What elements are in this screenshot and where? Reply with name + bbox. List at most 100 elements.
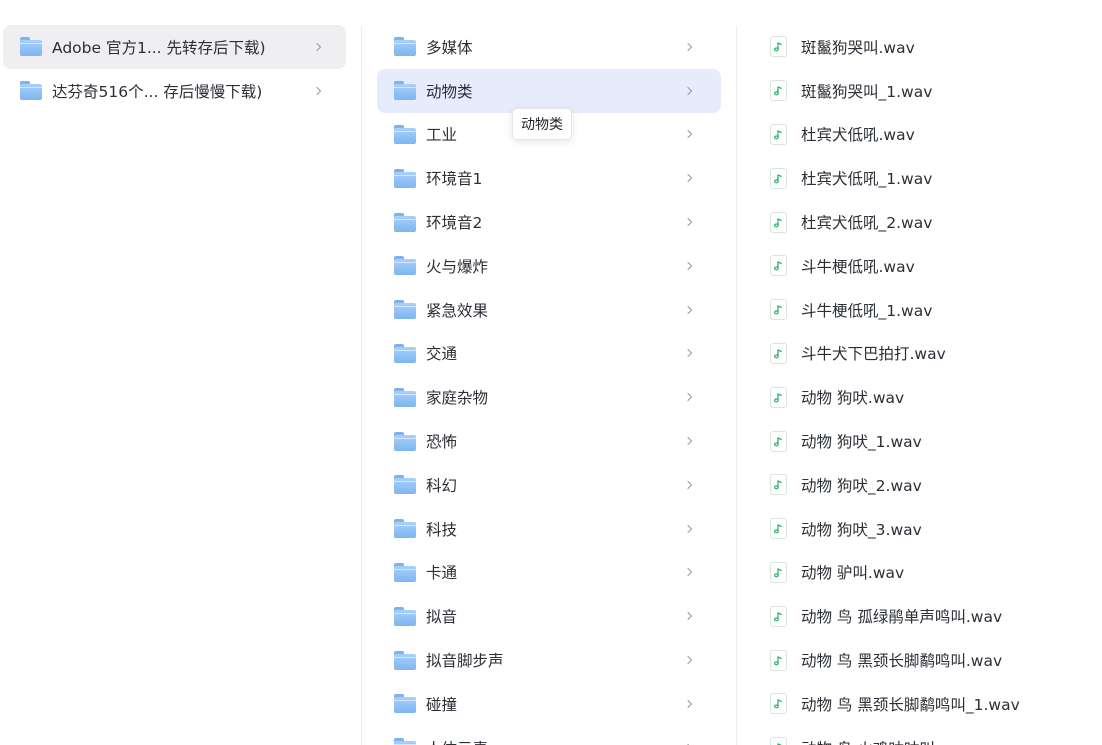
chevron-right-icon [687, 217, 693, 227]
file-row-4[interactable]: 杜宾犬低吼_2.wav [737, 200, 1102, 244]
folder-row-3[interactable]: 环境音1 [377, 156, 721, 200]
file-label: 杜宾犬低吼_1.wav [801, 170, 933, 189]
file-label: 动物 狗吠_3.wav [801, 520, 922, 539]
file-row-0[interactable]: 斑鬣狗哭叫.wav [737, 25, 1102, 69]
folder-icon [394, 738, 416, 745]
chevron-right-icon [687, 130, 693, 139]
file-label: 动物 鸟 孤绿鹃单声鸣叫.wav [801, 608, 1003, 627]
file-label: 动物 驴叫.wav [801, 564, 905, 583]
folder-row-1[interactable]: 动物类 [377, 68, 721, 113]
file-row-9[interactable]: 动物 狗吠_1.wav [737, 419, 1102, 463]
file-row-5[interactable]: 斗牛梗低吼.wav [737, 244, 1102, 288]
folder-icon [394, 343, 416, 363]
folder-row-7[interactable]: 交通 [377, 332, 721, 376]
file-label: 动物 鸟 黑颈长脚鹬鸣叫.wav [801, 652, 1003, 671]
folder-row-13[interactable]: 拟音 [377, 594, 721, 638]
folder-row-5[interactable]: 火与爆炸 [377, 244, 721, 288]
folder-row-adobe[interactable]: Adobe 官方1... 先转存后下载) [3, 25, 346, 69]
chevron-right-icon [316, 42, 322, 51]
audio-file-icon [770, 605, 787, 627]
audio-file-icon [770, 561, 787, 583]
file-label: 斑鬣狗哭叫.wav [801, 38, 915, 57]
chevron-right-icon [687, 655, 693, 665]
file-label: 动物 狗吠.wav [801, 389, 905, 408]
folder-label: 多媒体 [426, 38, 473, 57]
file-row-13[interactable]: 动物 鸟 孤绿鹃单声鸣叫.wav [737, 594, 1102, 638]
file-label: 斗牛梗低吼_1.wav [801, 301, 933, 320]
file-row-14[interactable]: 动物 鸟 黑颈长脚鹬鸣叫.wav [737, 638, 1102, 682]
folder-label: 科技 [426, 520, 458, 539]
file-label: 杜宾犬低吼.wav [801, 126, 915, 145]
folder-name-tooltip: 动物类 [512, 108, 572, 140]
folder-icon [394, 81, 416, 101]
chevron-right-icon [687, 436, 693, 446]
folder-label: 恐怖 [426, 433, 458, 452]
folder-icon [394, 300, 416, 320]
folder-row-10[interactable]: 科幻 [377, 463, 721, 507]
folder-row-0[interactable]: 多媒体 [377, 25, 721, 69]
audio-file-icon [770, 255, 787, 277]
folder-icon [394, 168, 416, 188]
folder-label: 环境音2 [426, 214, 483, 233]
file-row-7[interactable]: 斗牛犬下巴拍打.wav [737, 332, 1102, 376]
audio-file-icon [770, 737, 787, 745]
folder-row-15[interactable]: 碰撞 [377, 682, 721, 726]
chevron-right-icon [316, 86, 322, 95]
audio-file-icon [770, 430, 787, 452]
file-row-2[interactable]: 杜宾犬低吼.wav [737, 113, 1102, 157]
file-row-8[interactable]: 动物 狗吠.wav [737, 375, 1102, 419]
folder-icon [394, 562, 416, 582]
folder-row-4[interactable]: 环境音2 [377, 200, 721, 244]
file-label: 动物 鸟 火鸡咕咕叫.wav [801, 737, 971, 745]
file-row-11[interactable]: 动物 狗吠_3.wav [737, 507, 1102, 551]
folder-icon [394, 256, 416, 276]
folder-label: 工业 [426, 126, 458, 145]
folder-row-12[interactable]: 卡通 [377, 551, 721, 595]
folder-row-8[interactable]: 家庭杂物 [377, 375, 721, 419]
folder-row-davinci[interactable]: 达芬奇516个... 存后慢慢下载) [3, 69, 346, 113]
file-label: 动物 鸟 黑颈长脚鹬鸣叫_1.wav [801, 695, 1020, 714]
file-row-16[interactable]: 动物 鸟 火鸡咕咕叫.wav [737, 726, 1102, 745]
audio-file-icon [770, 342, 787, 364]
file-list: 斑鬣狗哭叫.wav 斑鬣狗哭叫_1.wav 杜宾犬低吼.wav 杜宾犬低吼_1.… [737, 25, 1102, 745]
audio-file-icon [770, 649, 787, 671]
folder-row-16[interactable]: 人体元素 [377, 726, 721, 745]
file-label: 斗牛梗低吼.wav [801, 257, 915, 276]
file-row-3[interactable]: 杜宾犬低吼_1.wav [737, 156, 1102, 200]
folder-label: 碰撞 [426, 695, 458, 714]
folder-label: 人体元素 [426, 737, 488, 745]
folder-row-11[interactable]: 科技 [377, 507, 721, 551]
chevron-right-icon [687, 349, 693, 358]
folder-list-root: Adobe 官方1... 先转存后下载) 达芬奇516个... 存后慢慢下载) [0, 25, 361, 113]
file-row-1[interactable]: 斑鬣狗哭叫_1.wav [737, 69, 1102, 113]
folder-icon [20, 37, 42, 57]
folder-row-14[interactable]: 拟音脚步声 [377, 638, 721, 682]
audio-file-icon [770, 474, 787, 496]
chevron-right-icon [687, 699, 693, 708]
folder-row-6[interactable]: 紧急效果 [377, 288, 721, 332]
folder-label: 环境音1 [426, 170, 483, 189]
audio-file-icon [770, 80, 787, 102]
chevron-right-icon [687, 743, 690, 745]
chevron-right-icon [687, 174, 693, 183]
column-root[interactable]: Adobe 官方1... 先转存后下载) 达芬奇516个... 存后慢慢下载) [0, 0, 361, 745]
column-files[interactable]: 斑鬣狗哭叫.wav 斑鬣狗哭叫_1.wav 杜宾犬低吼.wav 杜宾犬低吼_1.… [737, 0, 1102, 745]
folder-label: 火与爆炸 [426, 257, 489, 276]
audio-file-icon [770, 167, 787, 189]
folder-label: Adobe 官方1... 先转存后下载) [52, 38, 266, 57]
file-label: 斗牛犬下巴拍打.wav [801, 345, 946, 364]
folder-label: 科幻 [426, 476, 458, 495]
audio-file-icon [770, 123, 787, 145]
file-row-10[interactable]: 动物 狗吠_2.wav [737, 463, 1102, 507]
folder-label: 交通 [426, 345, 458, 364]
file-row-12[interactable]: 动物 驴叫.wav [737, 551, 1102, 595]
audio-file-icon [770, 211, 787, 233]
file-row-15[interactable]: 动物 鸟 黑颈长脚鹬鸣叫_1.wav [737, 682, 1102, 726]
file-row-6[interactable]: 斗牛梗低吼_1.wav [737, 288, 1102, 332]
audio-file-icon [770, 36, 787, 58]
folder-icon [394, 606, 416, 626]
folder-row-9[interactable]: 恐怖 [377, 419, 721, 463]
audio-file-icon [770, 693, 787, 715]
chevron-right-icon [687, 524, 693, 533]
chevron-right-icon [687, 261, 693, 270]
